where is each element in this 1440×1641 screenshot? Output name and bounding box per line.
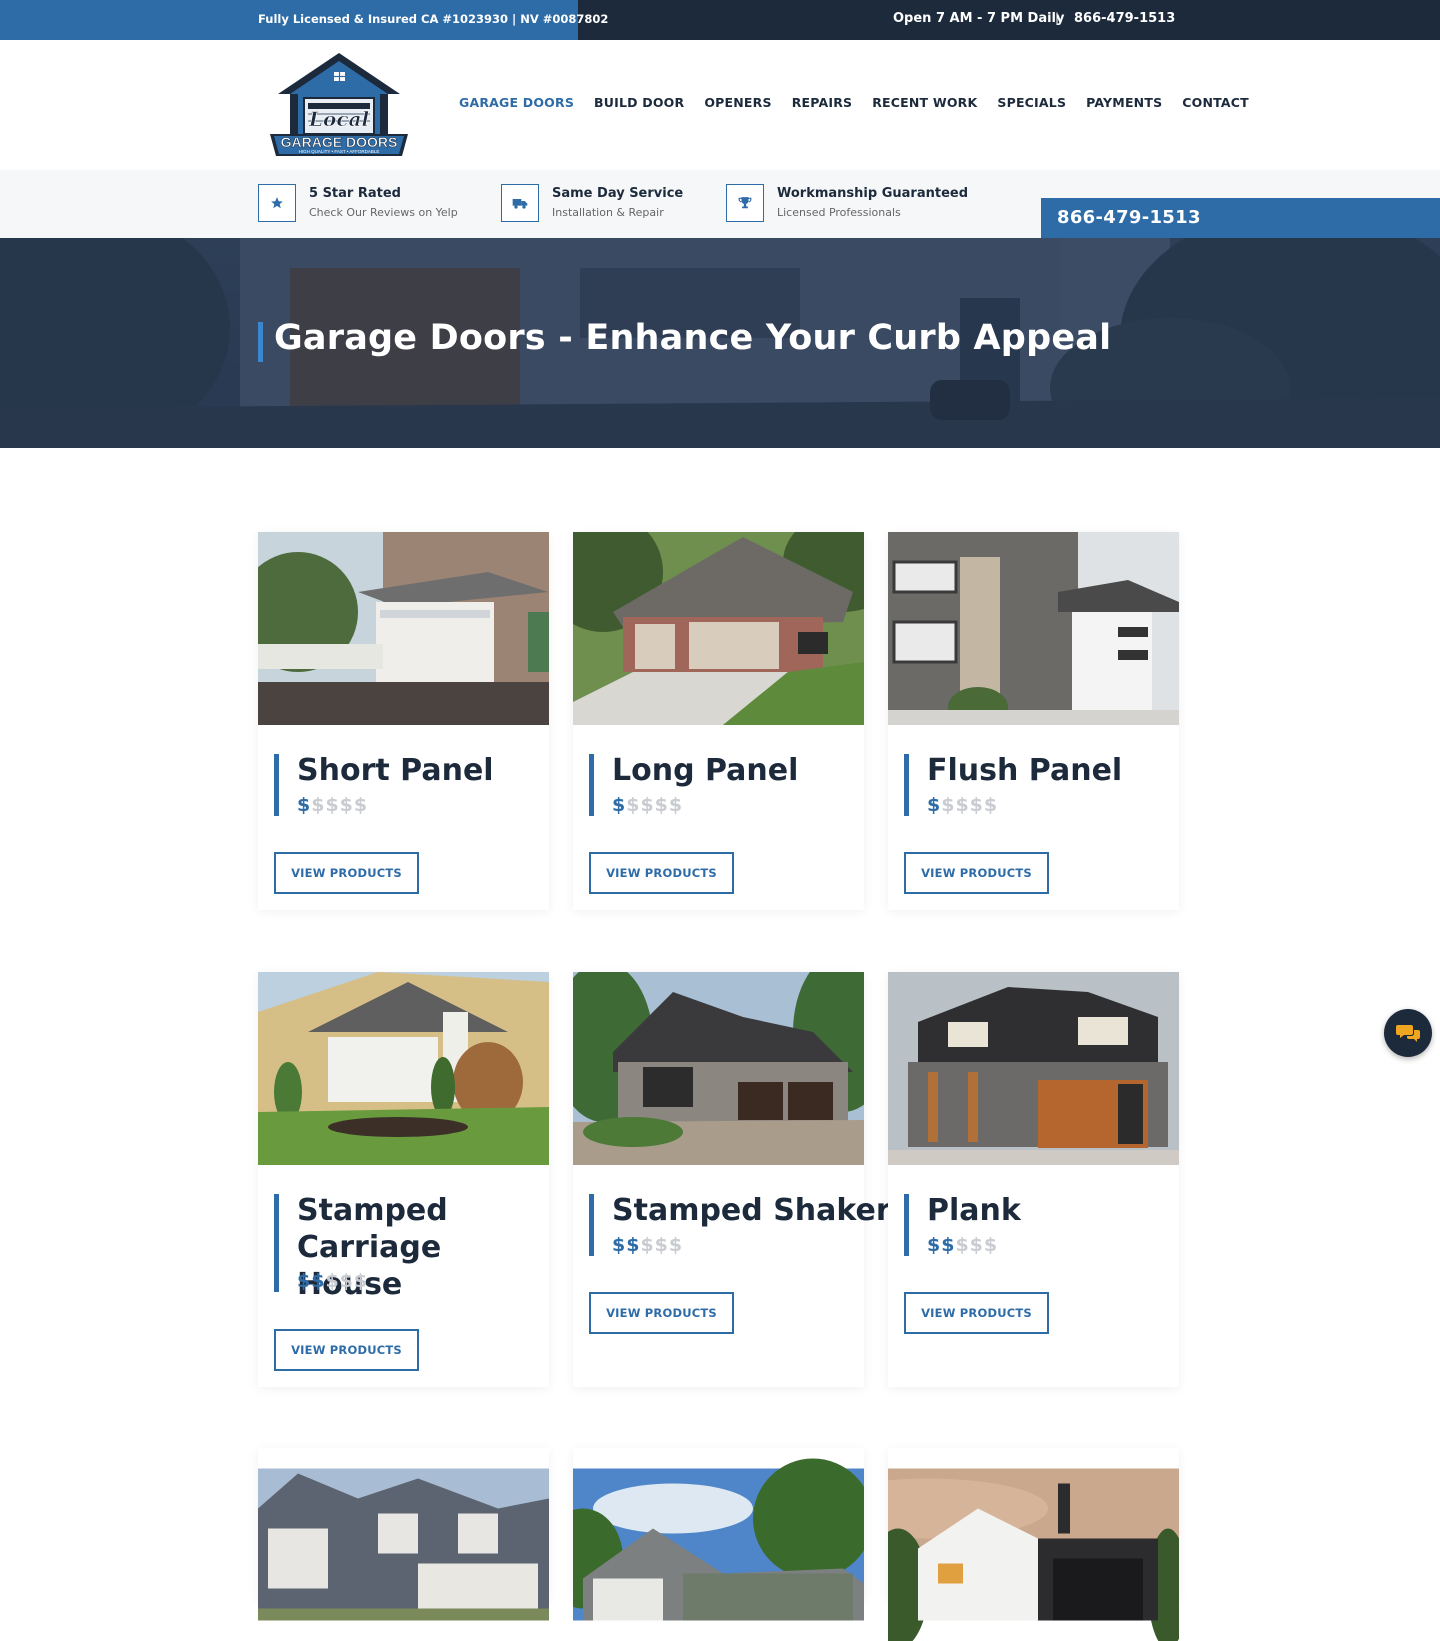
main-nav: GARAGE DOORS BUILD DOOR OPENERS REPAIRS … xyxy=(459,95,1249,110)
product-image[interactable] xyxy=(258,532,549,725)
view-products-button[interactable]: VIEW PRODUCTS xyxy=(274,852,419,894)
price-rating: $$$$$ xyxy=(927,1234,998,1256)
product-card-long-panel: Long Panel $$$$$ VIEW PRODUCTS xyxy=(573,532,864,910)
price-rating: $$$$$ xyxy=(297,794,368,816)
card-title: Stamped Shaker xyxy=(612,1192,872,1229)
card-accent-bar xyxy=(274,1194,279,1292)
price-rating: $$$$$ xyxy=(612,794,683,816)
product-card xyxy=(258,1448,549,1600)
price-rating: $$$$$ xyxy=(927,794,998,816)
price-active: $$ xyxy=(927,1234,955,1256)
product-card-plank: Plank $$$$$ VIEW PRODUCTS xyxy=(888,972,1179,1387)
nav-payments[interactable]: PAYMENTS xyxy=(1086,95,1162,110)
card-accent-bar xyxy=(904,1194,909,1256)
nav-openers[interactable]: OPENERS xyxy=(704,95,771,110)
feature-subtitle: Installation & Repair xyxy=(552,206,664,219)
card-accent-bar xyxy=(589,1194,594,1256)
features-strip: 5 Star Rated Check Our Reviews on Yelp S… xyxy=(0,170,1440,238)
site-header: Local GARAGE DOORS HIGH QUALITY • FAST •… xyxy=(0,40,1440,170)
view-products-button[interactable]: VIEW PRODUCTS xyxy=(589,1292,734,1334)
product-image[interactable] xyxy=(258,1448,549,1641)
feature-title: Workmanship Guaranteed xyxy=(777,186,968,201)
product-card-flush-panel: Flush Panel $$$$$ VIEW PRODUCTS xyxy=(888,532,1179,910)
star-icon xyxy=(258,184,296,222)
price-active: $ xyxy=(927,794,941,816)
card-accent-bar xyxy=(274,754,279,816)
card-accent-bar xyxy=(589,754,594,816)
card-accent-bar xyxy=(904,754,909,816)
feature-title: 5 Star Rated xyxy=(309,186,401,201)
view-products-button[interactable]: VIEW PRODUCTS xyxy=(904,852,1049,894)
top-bar: Fully Licensed & Insured CA #1023930 | N… xyxy=(0,0,1440,40)
view-products-button[interactable]: VIEW PRODUCTS xyxy=(274,1329,419,1371)
card-title: Flush Panel xyxy=(927,752,1167,789)
nav-build-door[interactable]: BUILD DOOR xyxy=(594,95,684,110)
product-image[interactable] xyxy=(573,1448,864,1641)
nav-recent-work[interactable]: RECENT WORK xyxy=(872,95,977,110)
price-inactive: $$$$ xyxy=(311,794,368,816)
feature-subtitle: Licensed Professionals xyxy=(777,206,901,219)
product-card xyxy=(573,1448,864,1600)
product-image[interactable] xyxy=(573,972,864,1165)
nav-specials[interactable]: SPECIALS xyxy=(997,95,1066,110)
nav-garage-doors[interactable]: GARAGE DOORS xyxy=(459,95,574,110)
price-active: $$ xyxy=(612,1234,640,1256)
price-inactive: $$$ xyxy=(640,1234,683,1256)
product-image[interactable] xyxy=(888,532,1179,725)
feature-title: Same Day Service xyxy=(552,186,683,201)
view-products-button[interactable]: VIEW PRODUCTS xyxy=(904,1292,1049,1334)
logo-line1: Local xyxy=(308,107,370,131)
phone-box[interactable]: 866-479-1513 xyxy=(1041,198,1440,238)
chat-button[interactable] xyxy=(1384,1009,1432,1057)
product-image[interactable] xyxy=(573,532,864,725)
license-text: Fully Licensed & Insured CA #1023930 | N… xyxy=(258,12,608,26)
price-active: $ xyxy=(612,794,626,816)
business-hours: Open 7 AM - 7 PM Daily xyxy=(893,11,1064,26)
logo-tagline: HIGH QUALITY • FAST • AFFORDABLE xyxy=(299,149,380,154)
price-inactive: $$$$ xyxy=(941,794,998,816)
product-card-stamped-shaker: Stamped Shaker $$$$$ VIEW PRODUCTS xyxy=(573,972,864,1387)
hero-banner: Garage Doors - Enhance Your Curb Appeal xyxy=(0,238,1440,448)
nav-repairs[interactable]: REPAIRS xyxy=(792,95,853,110)
price-active: $$ xyxy=(297,1270,325,1292)
card-title: Plank xyxy=(927,1192,1167,1229)
product-card-short-panel: Short Panel $$$$$ VIEW PRODUCTS xyxy=(258,532,549,910)
card-title: Short Panel xyxy=(297,752,537,789)
nav-contact[interactable]: CONTACT xyxy=(1182,95,1249,110)
trophy-icon xyxy=(726,184,764,222)
phone-box-number[interactable]: 866-479-1513 xyxy=(1057,207,1201,228)
card-title: Long Panel xyxy=(612,752,852,789)
price-inactive: $$$ xyxy=(325,1270,368,1292)
product-image[interactable] xyxy=(888,972,1179,1165)
truck-icon xyxy=(501,184,539,222)
price-inactive: $$$$ xyxy=(626,794,683,816)
feature-subtitle: Check Our Reviews on Yelp xyxy=(309,206,458,219)
topbar-separator: | xyxy=(1055,11,1059,25)
hero-title: Garage Doors - Enhance Your Curb Appeal xyxy=(274,318,1111,358)
price-active: $ xyxy=(297,794,311,816)
price-inactive: $$$ xyxy=(955,1234,998,1256)
site-logo[interactable]: Local GARAGE DOORS HIGH QUALITY • FAST •… xyxy=(268,50,410,160)
price-rating: $$$$$ xyxy=(612,1234,683,1256)
product-card xyxy=(888,1448,1179,1600)
view-products-button[interactable]: VIEW PRODUCTS xyxy=(589,852,734,894)
product-image[interactable] xyxy=(258,972,549,1165)
product-card-stamped-carriage-house: Stamped Carriage House $$$$$ VIEW PRODUC… xyxy=(258,972,549,1387)
chat-icon xyxy=(1396,1022,1420,1044)
product-image[interactable] xyxy=(888,1448,1179,1641)
logo-line2: GARAGE DOORS xyxy=(281,134,398,150)
price-rating: $$$$$ xyxy=(297,1270,368,1292)
topbar-phone-link[interactable]: 866-479-1513 xyxy=(1074,11,1175,26)
hero-accent-bar xyxy=(258,322,263,362)
